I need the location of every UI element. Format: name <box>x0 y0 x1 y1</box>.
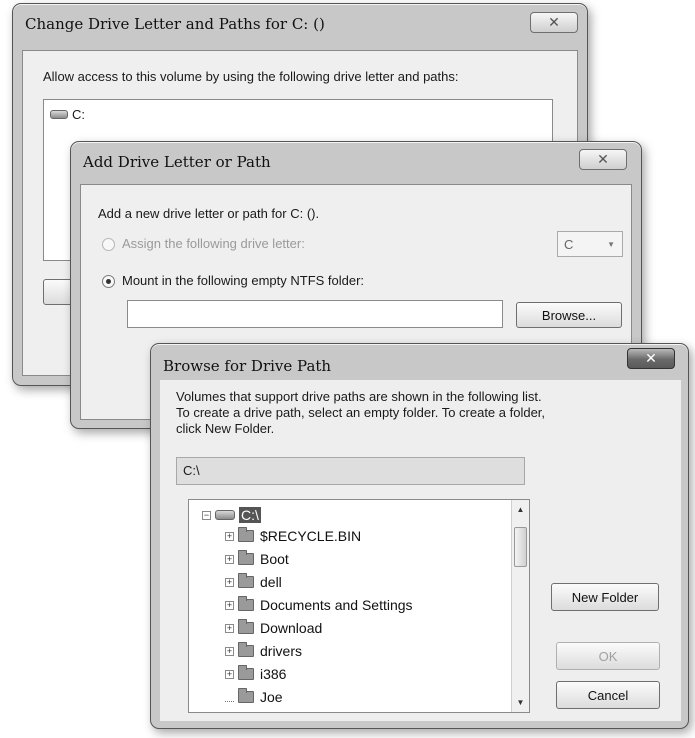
tree-item-label: Joe <box>260 689 283 705</box>
tree-item-label: Boot <box>260 551 289 567</box>
tree-root-row[interactable]: − C:\ <box>202 504 261 526</box>
close-icon: ✕ <box>548 14 560 30</box>
change-dialog-description: Allow access to this volume by using the… <box>43 69 459 84</box>
tree-item[interactable]: + Boot <box>225 548 289 570</box>
new-folder-button[interactable]: New Folder <box>551 583 659 611</box>
drive-icon <box>50 110 68 119</box>
tree-item-label: dell <box>260 574 282 590</box>
folder-icon <box>238 550 254 565</box>
browse-dialog-title: Browse for Drive Path <box>163 357 332 375</box>
expand-icon[interactable]: + <box>225 554 234 564</box>
scroll-up-icon[interactable]: ▲ <box>512 505 529 514</box>
add-dialog-title: Add Drive Letter or Path <box>83 153 271 171</box>
browse-dialog-body: Volumes that support drive paths are sho… <box>160 380 681 721</box>
mount-folder-radio[interactable] <box>102 275 115 288</box>
folder-icon <box>238 642 254 657</box>
scrollbar-thumb[interactable] <box>514 527 527 567</box>
expand-icon[interactable]: + <box>225 577 234 587</box>
drive-letter-value: C <box>564 236 574 252</box>
tree-item-label: i386 <box>260 666 287 682</box>
tree-item[interactable]: + dell <box>225 571 282 593</box>
browse-button[interactable]: Browse... <box>516 302 622 328</box>
close-icon: ✕ <box>597 151 609 167</box>
expand-icon[interactable]: + <box>225 623 234 633</box>
folder-icon <box>238 596 254 611</box>
tree-item[interactable]: + i386 <box>225 663 286 685</box>
ok-button[interactable]: OK <box>556 642 660 670</box>
browse-drive-path-dialog: Browse for Drive Path ✕ Volumes that sup… <box>150 343 689 729</box>
folder-path-input[interactable] <box>127 300 503 328</box>
change-dialog-close-button[interactable]: ✕ <box>530 12 578 33</box>
tree-item[interactable]: + Documents and Settings <box>225 594 413 616</box>
change-dialog-title: Change Drive Letter and Paths for C: () <box>25 15 325 33</box>
add-dialog-close-button[interactable]: ✕ <box>579 149 627 170</box>
browse-instructions-line2: To create a drive path, select an empty … <box>176 405 546 420</box>
list-item-label: C: <box>72 107 85 122</box>
folder-icon <box>238 665 254 680</box>
tree-item-label: Download <box>260 620 323 636</box>
tree-item[interactable]: + $RECYCLE.BIN <box>225 525 361 547</box>
scroll-down-icon[interactable]: ▼ <box>512 698 529 707</box>
tree-root-label: C:\ <box>239 507 261 523</box>
browse-instructions-line3: click New Folder. <box>176 421 275 436</box>
folder-icon <box>238 573 254 588</box>
tree-item[interactable]: + drivers <box>225 640 302 662</box>
add-dialog-description: Add a new drive letter or path for C: ()… <box>98 206 320 221</box>
browse-instructions-line1: Volumes that support drive paths are sho… <box>176 389 542 404</box>
chevron-down-icon: ▼ <box>607 240 615 249</box>
collapse-icon[interactable]: − <box>202 510 211 520</box>
drive-letter-select[interactable]: C ▼ <box>557 231 623 257</box>
browse-dialog-close-button[interactable]: ✕ <box>627 348 675 369</box>
list-item[interactable]: C: <box>50 107 85 122</box>
tree-item[interactable]: + Download <box>225 617 322 639</box>
close-icon: ✕ <box>645 350 657 366</box>
folder-icon <box>238 619 254 634</box>
folder-icon <box>238 688 254 703</box>
expand-icon[interactable]: + <box>225 646 234 656</box>
assign-letter-radio[interactable] <box>102 238 115 251</box>
tree-connector <box>225 693 234 702</box>
cancel-button[interactable]: Cancel <box>556 681 660 709</box>
current-path-field: C:\ <box>176 457 525 485</box>
tree-scrollbar[interactable]: ▲ ▼ <box>511 500 529 712</box>
drive-icon <box>215 510 235 520</box>
tree-item[interactable]: Joe <box>225 686 283 708</box>
expand-icon[interactable]: + <box>225 600 234 610</box>
tree-item-label: drivers <box>260 643 303 659</box>
mount-folder-label: Mount in the following empty NTFS folder… <box>122 273 365 288</box>
folder-tree[interactable]: − C:\ + $RECYCLE.BIN + Boot + dell + Doc… <box>188 499 530 713</box>
folder-icon <box>238 527 254 542</box>
expand-icon[interactable]: + <box>225 531 234 541</box>
assign-letter-label: Assign the following drive letter: <box>122 236 305 251</box>
expand-icon[interactable]: + <box>225 669 234 679</box>
tree-item-label: $RECYCLE.BIN <box>260 528 362 544</box>
tree-item-label: Documents and Settings <box>260 597 413 613</box>
